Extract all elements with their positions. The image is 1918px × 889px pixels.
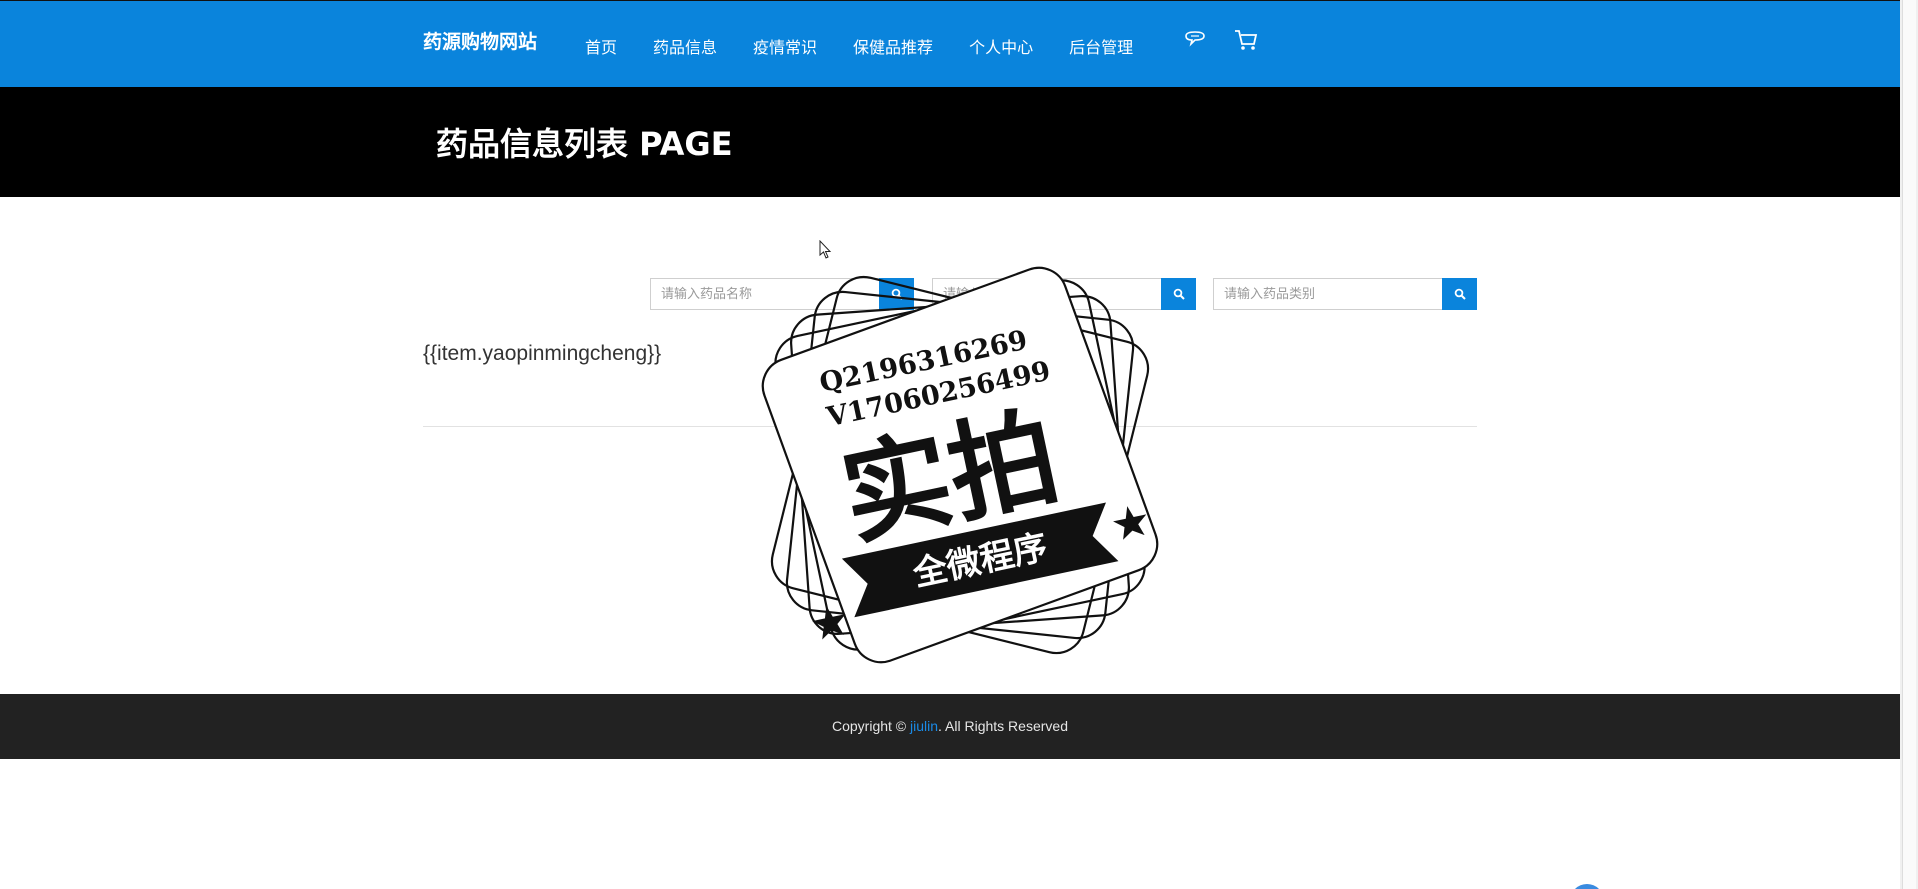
medicine-category-search-button[interactable] xyxy=(1442,278,1477,310)
nav-item-medicine-info[interactable]: 药品信息 xyxy=(653,34,717,58)
copyright-text: Copyright © jiulin. All Rights Reserved xyxy=(0,718,1900,734)
nav-item-health-products[interactable]: 保健品推荐 xyxy=(853,34,933,58)
watermark-stamp: Q2196316269 V17060256499 实拍 全微程序 xyxy=(761,266,1159,664)
floating-action-button[interactable] xyxy=(1570,884,1604,889)
vertical-scrollbar[interactable] xyxy=(1900,0,1918,889)
mouse-cursor-icon xyxy=(819,240,832,259)
nav-item-epidemic-knowledge[interactable]: 疫情常识 xyxy=(753,34,817,58)
copyright-suffix: . All Rights Reserved xyxy=(938,718,1068,734)
site-brand[interactable]: 药源购物网站 xyxy=(423,27,537,54)
top-navbar: 药源购物网站 首页 药品信息 疫情常识 保健品推荐 个人中心 后台管理 xyxy=(0,0,1900,87)
main-nav: 首页 药品信息 疫情常识 保健品推荐 个人中心 后台管理 xyxy=(585,34,1169,58)
search-group-category xyxy=(1213,278,1477,310)
copyright-prefix: Copyright © xyxy=(832,718,911,734)
scrollbar-thumb[interactable] xyxy=(1902,0,1916,889)
list-item-title[interactable]: {{item.yaopinmingcheng}} xyxy=(423,342,661,366)
page-banner: 药品信息列表 PAGE xyxy=(0,87,1900,197)
chat-icon[interactable] xyxy=(1182,27,1208,53)
nav-item-personal-center[interactable]: 个人中心 xyxy=(969,34,1033,58)
page-title: 药品信息列表 PAGE xyxy=(436,125,733,163)
copyright-link[interactable]: jiulin xyxy=(910,718,938,734)
page-footer: Copyright © jiulin. All Rights Reserved xyxy=(0,694,1900,759)
nav-item-home[interactable]: 首页 xyxy=(585,34,617,58)
nav-item-admin[interactable]: 后台管理 xyxy=(1069,34,1133,58)
cart-icon[interactable] xyxy=(1233,27,1259,53)
medicine-category-search-input[interactable] xyxy=(1213,278,1442,310)
search-icon xyxy=(1454,288,1466,300)
